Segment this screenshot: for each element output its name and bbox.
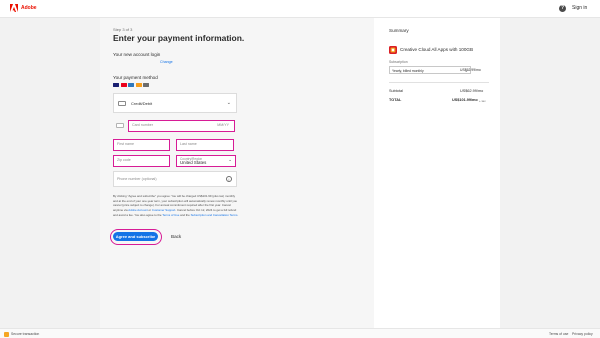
terms-of-use-link[interactable]: Terms of Use — [162, 213, 179, 217]
total-label: TOTAL — [389, 98, 402, 102]
sign-in-link[interactable]: Sign in — [572, 5, 587, 11]
summary-panel — [374, 18, 500, 328]
brand-name: Adobe — [21, 5, 37, 11]
change-link[interactable]: Change — [160, 60, 173, 64]
info-icon[interactable]: i — [226, 176, 232, 182]
expiry-placeholder: MM/YY — [217, 123, 229, 127]
summary-title: Summary — [389, 28, 409, 33]
card-type-icon — [116, 123, 124, 128]
legal-text-part: and the — [179, 212, 191, 217]
subscription-value: Yearly, billed monthly — [392, 68, 424, 73]
agree-and-subscribe-button[interactable]: Agree and subscribe — [113, 232, 158, 241]
chevron-down-icon: ⌄ — [226, 100, 231, 106]
total-tax-suffix: + tax — [479, 98, 486, 103]
amex-card-icon — [128, 83, 134, 87]
legal-text-part: . — [237, 212, 239, 217]
last-name-placeholder: Last name — [180, 142, 197, 146]
step-indicator: Step 3 of 3 — [113, 27, 133, 32]
mastercard-card-icon — [120, 83, 127, 87]
card-number-input[interactable]: Card number MM/YY — [128, 120, 235, 132]
total-value: US$101.99/mo — [452, 98, 478, 102]
first-name-input[interactable]: First name — [113, 139, 170, 151]
country-value: United States — [180, 160, 207, 165]
payment-method-select[interactable]: Credit/Debit ⌄ — [113, 93, 237, 113]
footer: Secure transaction Terms of use Privacy … — [0, 328, 600, 338]
country-select[interactable]: Country/Region United States ⌄ — [176, 155, 236, 167]
terms-of-use-footer-link[interactable]: Terms of use — [549, 332, 568, 336]
customer-support-link[interactable]: Customer Support — [152, 208, 175, 212]
subscription-select[interactable]: Yearly, billed monthly ⌄ — [389, 66, 471, 74]
secure-transaction-text: Secure transaction — [11, 332, 40, 336]
first-name-placeholder: First name — [117, 142, 134, 146]
account-login-label: Your new account login — [113, 52, 161, 57]
back-button[interactable]: Back — [171, 234, 181, 239]
last-name-input[interactable]: Last name — [176, 139, 234, 151]
payment-method-label: Your payment method — [113, 75, 158, 80]
visa-card-icon — [113, 83, 119, 87]
card-logos — [113, 83, 149, 87]
adobe-account-link[interactable]: Adobe Account — [128, 208, 147, 212]
top-bar: Adobe ? Sign in — [0, 0, 600, 18]
subscription-price: US$62.99/mo — [460, 68, 481, 72]
chevron-down-icon: ⌄ — [228, 157, 232, 162]
subscription-terms-link[interactable]: Subscription and Cancellation Terms — [191, 213, 238, 217]
creative-cloud-icon — [389, 46, 397, 54]
card-number-placeholder: Card number — [132, 123, 153, 127]
product-name: Creative Cloud All Apps with 100GB — [400, 47, 474, 52]
other-card-icon — [143, 83, 149, 87]
subtotal-label: Subtotal — [389, 89, 403, 93]
credit-card-icon — [118, 101, 126, 106]
subscription-label: Subscription — [389, 60, 408, 64]
lock-icon — [4, 331, 9, 337]
privacy-policy-footer-link[interactable]: Privacy policy — [572, 332, 593, 336]
page-title: Enter your payment information. — [113, 33, 245, 43]
brand[interactable]: Adobe — [10, 4, 37, 12]
phone-placeholder: Phone number (optional) — [117, 177, 157, 181]
agree-button-highlight: Agree and subscribe — [110, 229, 162, 245]
help-icon[interactable]: ? — [559, 5, 566, 12]
subtotal-value: US$62.99/mo — [460, 89, 484, 93]
zip-code-input[interactable]: Zip code — [113, 155, 170, 167]
discover-card-icon — [135, 83, 142, 87]
legal-text: By clicking "Agree and subscribe" you ag… — [113, 194, 239, 218]
zip-code-placeholder: Zip code — [117, 158, 131, 162]
adobe-logo-icon — [10, 4, 18, 12]
summary-divider — [389, 82, 489, 83]
phone-input[interactable]: Phone number (optional) i — [113, 171, 237, 187]
payment-method-value: Credit/Debit — [131, 101, 153, 106]
